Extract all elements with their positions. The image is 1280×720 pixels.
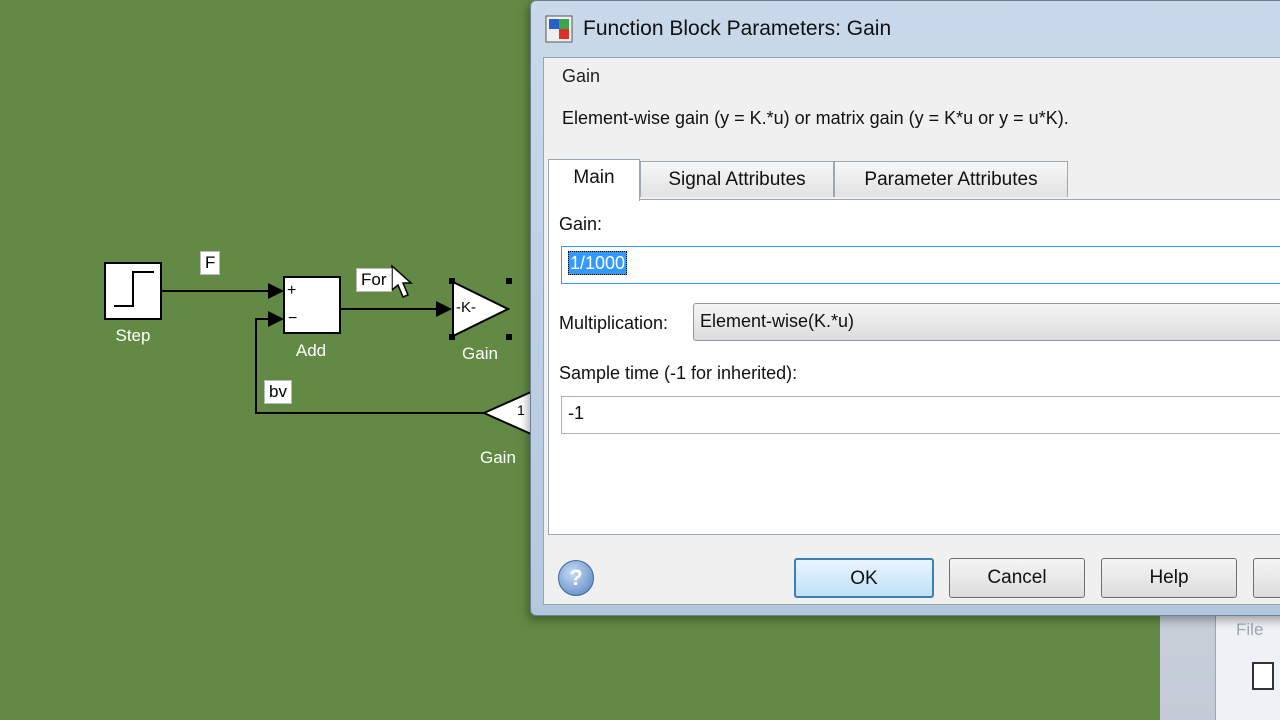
selection-handle: [449, 278, 455, 284]
multiplication-label: Multiplication:: [559, 313, 669, 333]
function-block-parameters-dialog: Function Block Parameters: Gain Gain Ele…: [530, 0, 1280, 616]
add-minus-port: −: [288, 310, 298, 327]
help-question-icon[interactable]: ?: [558, 560, 594, 596]
new-document-icon[interactable]: [1252, 662, 1274, 690]
tab-signal-attributes[interactable]: Signal Attributes: [640, 161, 834, 197]
arrowhead: [436, 301, 452, 317]
help-button[interactable]: Help: [1101, 558, 1237, 598]
cancel-button[interactable]: Cancel: [949, 558, 1085, 598]
selection-handle: [506, 334, 512, 340]
add-block-label: Add: [295, 341, 327, 360]
block-description: Element-wise gain (y = K.*u) or matrix g…: [562, 108, 1069, 128]
arrowhead: [268, 283, 284, 299]
multiplication-selected-value: Element-wise(K.*u): [700, 311, 855, 331]
step-function-icon: [114, 271, 154, 307]
step-block-label: Step: [115, 326, 151, 345]
apply-button[interactable]: [1253, 558, 1280, 598]
dialog-title: Function Block Parameters: Gain: [583, 17, 892, 40]
tab-panel-main: Gain: 1/1000 Multiplication: Element-wis…: [548, 199, 1280, 535]
sample-time-value: -1: [568, 403, 585, 423]
menu-file[interactable]: File: [1236, 620, 1263, 640]
sample-time-label: Sample time (-1 for inherited):: [559, 363, 798, 383]
dialog-titlebar[interactable]: Function Block Parameters: Gain: [531, 1, 1280, 57]
gain-input[interactable]: 1/1000: [561, 246, 1280, 284]
add-block[interactable]: + −: [283, 276, 341, 334]
mouse-cursor-icon: [391, 264, 413, 298]
multiplication-select[interactable]: Element-wise(K.*u): [693, 303, 1280, 341]
gain-block-label: Gain: [462, 344, 498, 363]
selection-handle: [449, 334, 455, 340]
arrowhead: [268, 311, 284, 327]
block-type-title: Gain: [562, 66, 601, 86]
gain-field-label: Gain:: [559, 214, 603, 234]
tab-parameter-attributes[interactable]: Parameter Attributes: [834, 161, 1068, 197]
step-block[interactable]: [104, 262, 162, 320]
gain-block-value[interactable]: -K-: [456, 299, 476, 316]
signal-label-force[interactable]: For: [356, 268, 392, 292]
tab-main[interactable]: Main: [548, 159, 640, 201]
add-plus-port: +: [287, 282, 297, 299]
background-model-window: File: [1215, 612, 1280, 720]
selection-handle: [506, 278, 512, 284]
dialog-client-area: Gain Element-wise gain (y = K.*u) or mat…: [543, 57, 1280, 605]
sample-time-input[interactable]: -1: [561, 396, 1280, 434]
ok-button[interactable]: OK: [794, 558, 934, 598]
gain-input-selected-text: 1/1000: [568, 251, 628, 275]
signal-label-bv[interactable]: bv: [264, 380, 292, 404]
gain1-block-value[interactable]: 1: [517, 402, 525, 418]
simulink-block-icon: [545, 15, 573, 43]
signal-label-f[interactable]: F: [200, 251, 221, 275]
